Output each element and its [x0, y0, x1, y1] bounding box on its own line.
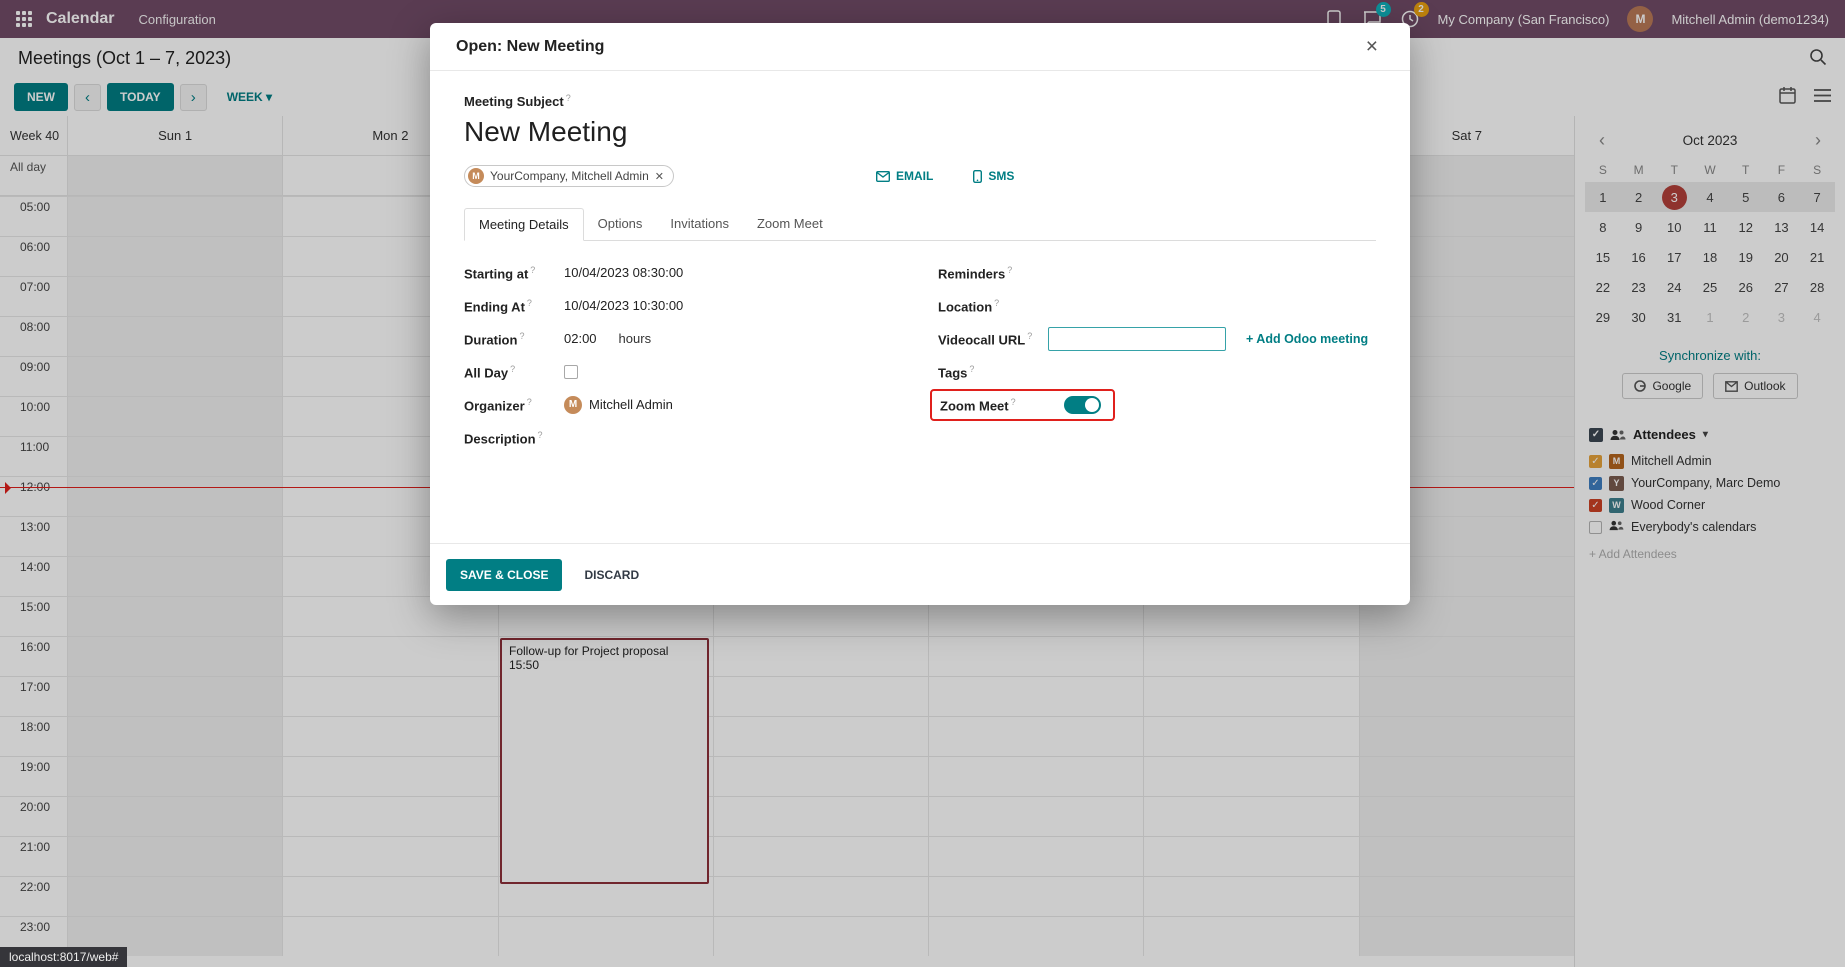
field-reminders: Reminders?: [938, 256, 1376, 289]
reminders-label: Reminders?: [938, 265, 1048, 281]
email-label: EMAIL: [896, 169, 933, 183]
organizer-label: Organizer?: [464, 397, 564, 413]
videocall-url-label-text: Videocall URL: [938, 332, 1025, 347]
meeting-form: Starting at? 10/04/2023 08:30:00 Ending …: [464, 256, 1376, 454]
help-marker: ?: [530, 265, 535, 275]
phone-icon: [973, 170, 982, 183]
ending-at-value[interactable]: 10/04/2023 10:30:00: [564, 298, 683, 313]
zoom-meet-toggle[interactable]: [1064, 396, 1101, 414]
remove-tag-icon[interactable]: ✕: [655, 170, 664, 183]
help-marker: ?: [566, 93, 571, 103]
field-zoom-meet: Zoom Meet?: [938, 388, 1376, 421]
help-marker: ?: [1027, 331, 1032, 341]
zoom-meet-highlight: Zoom Meet?: [930, 389, 1115, 421]
starting-at-label: Starting at?: [464, 265, 564, 281]
reminders-label-text: Reminders: [938, 266, 1005, 281]
location-label-text: Location: [938, 299, 992, 314]
attendee-tag-label: YourCompany, Mitchell Admin: [490, 169, 649, 183]
sms-button[interactable]: SMS: [967, 168, 1020, 184]
modal-header: Open: New Meeting ×: [430, 23, 1410, 71]
meeting-subject-input[interactable]: New Meeting: [464, 116, 1376, 148]
duration-unit: hours: [619, 331, 652, 346]
sms-label: SMS: [988, 169, 1014, 183]
modal-body: Meeting Subject? New Meeting M YourCompa…: [430, 71, 1410, 543]
tab-invitations[interactable]: Invitations: [656, 208, 743, 241]
envelope-icon: [876, 171, 890, 182]
videocall-url-label: Videocall URL?: [938, 331, 1048, 347]
duration-label-text: Duration: [464, 332, 517, 347]
help-marker: ?: [1011, 397, 1016, 407]
save-close-button[interactable]: SAVE & CLOSE: [446, 559, 562, 591]
discard-button[interactable]: DISCARD: [578, 567, 645, 583]
field-organizer: Organizer? M Mitchell Admin: [464, 388, 904, 421]
tags-label: Tags?: [938, 364, 1048, 380]
add-odoo-meeting-link[interactable]: + Add Odoo meeting: [1240, 331, 1374, 347]
duration-value[interactable]: 02:00: [564, 331, 597, 346]
field-videocall-url: Videocall URL? + Add Odoo meeting: [938, 322, 1376, 355]
close-icon[interactable]: ×: [1360, 35, 1384, 58]
zoom-meet-label: Zoom Meet?: [940, 397, 1050, 413]
email-button[interactable]: EMAIL: [870, 168, 939, 184]
description-label: Description?: [464, 430, 564, 446]
tab-zoom-meet[interactable]: Zoom Meet: [743, 208, 837, 241]
field-location: Location?: [938, 289, 1376, 322]
help-marker: ?: [527, 397, 532, 407]
help-marker: ?: [527, 298, 532, 308]
form-right-column: Reminders? Location? Videocall URL? + Ad…: [904, 256, 1376, 454]
attendee-tag-row: M YourCompany, Mitchell Admin ✕ EMAIL SM…: [464, 165, 1376, 187]
organizer-label-text: Organizer: [464, 398, 525, 413]
modal-title: Open: New Meeting: [456, 38, 604, 56]
field-tags: Tags?: [938, 355, 1376, 388]
all-day-label-text: All Day: [464, 365, 508, 380]
organizer-value[interactable]: Mitchell Admin: [589, 397, 673, 412]
help-marker: ?: [510, 364, 515, 374]
modal-tabs: Meeting DetailsOptionsInvitationsZoom Me…: [464, 207, 1376, 241]
field-description: Description?: [464, 421, 904, 454]
form-left-column: Starting at? 10/04/2023 08:30:00 Ending …: [464, 256, 904, 454]
videocall-url-input[interactable]: [1048, 327, 1226, 351]
tab-options[interactable]: Options: [584, 208, 657, 241]
field-ending-at: Ending At? 10/04/2023 10:30:00: [464, 289, 904, 322]
attendee-tag[interactable]: M YourCompany, Mitchell Admin ✕: [464, 165, 674, 187]
meeting-subject-label: Meeting Subject?: [464, 94, 571, 109]
help-marker: ?: [519, 331, 524, 341]
ending-at-label: Ending At?: [464, 298, 564, 314]
attendee-tag-avatar: M: [468, 168, 484, 184]
field-all-day: All Day?: [464, 355, 904, 388]
ending-at-label-text: Ending At: [464, 299, 525, 314]
field-starting-at: Starting at? 10/04/2023 08:30:00: [464, 256, 904, 289]
zoom-meet-label-text: Zoom Meet: [940, 398, 1009, 413]
modal-footer: SAVE & CLOSE DISCARD: [430, 543, 1410, 605]
help-marker: ?: [969, 364, 974, 374]
starting-at-label-text: Starting at: [464, 266, 528, 281]
starting-at-value[interactable]: 10/04/2023 08:30:00: [564, 265, 683, 280]
browser-status-bar: localhost:8017/web#: [0, 947, 127, 967]
all-day-label: All Day?: [464, 364, 564, 380]
field-duration: Duration? 02:00 hours: [464, 322, 904, 355]
help-marker: ?: [1007, 265, 1012, 275]
new-meeting-modal: Open: New Meeting × Meeting Subject? New…: [430, 23, 1410, 605]
meeting-subject-label-text: Meeting Subject: [464, 94, 564, 109]
tab-meeting-details[interactable]: Meeting Details: [464, 208, 584, 241]
all-day-checkbox[interactable]: [564, 365, 578, 379]
help-marker: ?: [538, 430, 543, 440]
help-marker: ?: [994, 298, 999, 308]
description-label-text: Description: [464, 431, 536, 446]
tags-label-text: Tags: [938, 365, 967, 380]
organizer-avatar: M: [564, 396, 582, 414]
duration-label: Duration?: [464, 331, 564, 347]
location-label: Location?: [938, 298, 1048, 314]
